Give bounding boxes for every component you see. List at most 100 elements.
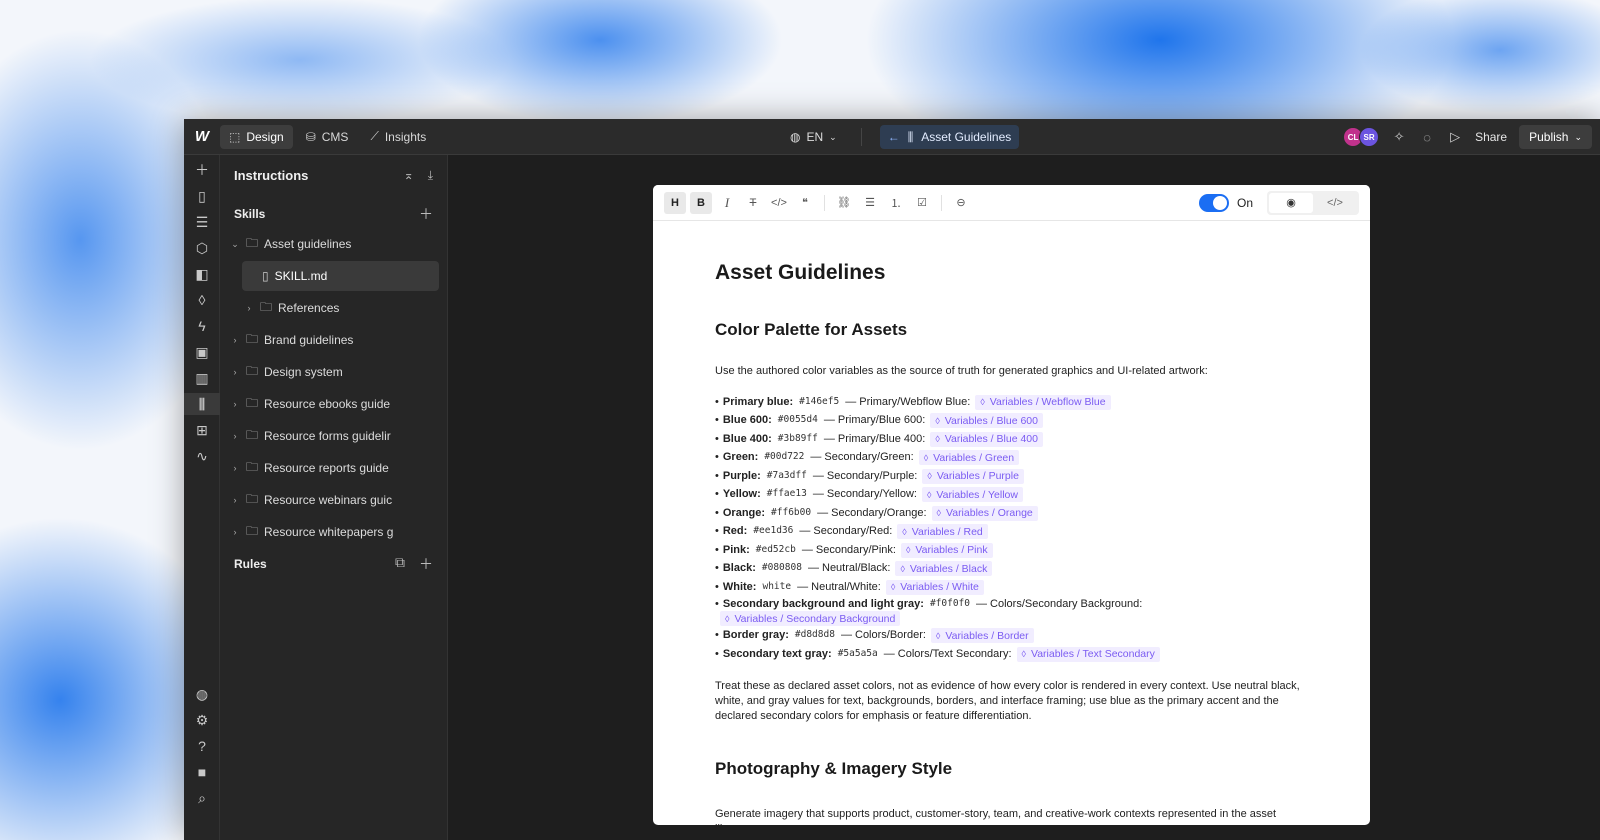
chevron-right-icon[interactable]: › (228, 527, 242, 537)
globe-icon[interactable]: ◍ (184, 683, 220, 705)
chevron-right-icon[interactable]: › (228, 463, 242, 473)
quote-icon[interactable]: ❝ (794, 192, 816, 214)
color-hex: #ff6b00 (771, 506, 812, 518)
variable-chip[interactable]: ◊ Variables / Text Secondary (1016, 646, 1160, 662)
tree-item-resource-forms[interactable]: › 🗀 Resource forms guidelir (228, 421, 439, 451)
avatar[interactable]: SR (1359, 127, 1380, 147)
share-button[interactable]: Share (1475, 130, 1507, 144)
variable-chip[interactable]: ◊ Variables / Purple (922, 468, 1024, 484)
numbered-list-icon[interactable]: ⒈ (885, 192, 907, 214)
variable-chip[interactable]: ◊ Variables / Pink (900, 542, 993, 558)
tree-item-resource-ebooks[interactable]: › 🗀 Resource ebooks guide (228, 389, 439, 419)
tab-design[interactable]: ⬚ Design (220, 124, 293, 149)
tree-item-skill-md[interactable]: ▯ SKILL.md (242, 261, 439, 291)
link-icon[interactable]: ⛓ (833, 192, 855, 214)
bullet-list-icon[interactable]: ☰ (859, 192, 881, 214)
chevron-right-icon[interactable]: › (242, 303, 256, 313)
play-icon[interactable]: ▷ (1447, 129, 1463, 145)
tree-item-brand-guidelines[interactable]: › 🗀 Brand guidelines (228, 325, 439, 355)
new-folder-icon[interactable]: ⧉ (395, 554, 405, 574)
styles-icon[interactable]: ◧ (184, 263, 220, 285)
settings-icon[interactable]: ⚙ (184, 709, 220, 731)
comment-icon[interactable]: ◌ (1419, 130, 1435, 145)
page-context: ◍ EN ⌄ ← ⫼ Asset Guidelines (784, 125, 1020, 149)
variable-chip[interactable]: ◊ Variables / Blue 400 (930, 431, 1043, 447)
variable-chip[interactable]: ◊ Variables / Green (918, 450, 1020, 466)
color-name: Yellow: (722, 488, 761, 501)
assets-icon[interactable]: ▣ (184, 341, 220, 363)
navigator-icon[interactable]: ☰ (184, 211, 220, 233)
tree-item-resource-reports[interactable]: › 🗀 Resource reports guide (228, 453, 439, 483)
chevron-right-icon[interactable]: › (228, 367, 242, 377)
toggle-label: On (1236, 195, 1253, 210)
tree-item-references[interactable]: › 🗀 References (228, 293, 439, 323)
tree-item-asset-guidelines[interactable]: ⌄ 🗀 Asset guidelines (228, 229, 439, 259)
markdown-editor[interactable]: H B I T </> ❝ ⛓ ☰ ⒈ ☑ ⊖ On ◉ </> Asset G… (653, 185, 1370, 825)
divider (824, 194, 825, 211)
add-skill-icon[interactable]: ＋ (419, 204, 433, 224)
variable-chip[interactable]: ◊ Variables / Yellow (921, 487, 1023, 503)
page-breadcrumb[interactable]: ← ⫼ Asset Guidelines (879, 125, 1020, 149)
search-icon[interactable]: ⌕ (184, 787, 220, 809)
language-selector[interactable]: ◍ EN ⌄ (784, 125, 843, 149)
variable-chip[interactable]: ◊ Variables / Red (897, 524, 988, 540)
download-icon[interactable]: ⤓ (428, 168, 433, 183)
back-arrow-icon[interactable]: ← (888, 130, 900, 144)
variables-icon[interactable]: ◊ (184, 289, 220, 311)
enable-toggle[interactable] (1198, 193, 1229, 212)
interactions-icon[interactable]: ϟ (184, 315, 220, 337)
variable-chip[interactable]: ◊ Variables / Secondary Background (720, 611, 901, 627)
heading-icon[interactable]: H (664, 191, 686, 214)
italic-icon[interactable]: I (716, 192, 738, 214)
bold-icon[interactable]: B (690, 191, 712, 214)
folder-icon: 🗀 (246, 395, 259, 410)
preview-eye-icon[interactable]: ◉ (1269, 192, 1313, 213)
variable-chip[interactable]: ◊ Variables / Blue 600 (930, 413, 1043, 429)
sparkle-icon[interactable]: ✧ (1391, 129, 1407, 145)
drop-icon: ◊ (936, 508, 941, 519)
code-icon[interactable]: </> (768, 192, 790, 214)
variable-chip[interactable]: ◊ Variables / Webflow Blue (975, 394, 1111, 410)
add-rule-icon[interactable]: ＋ (419, 554, 433, 574)
chevron-right-icon[interactable]: › (228, 431, 242, 441)
variable-chip[interactable]: ◊ Variables / Orange (931, 505, 1038, 521)
webflow-logo[interactable]: W (184, 119, 220, 155)
checklist-icon[interactable]: ☑ (911, 192, 933, 214)
page-icon[interactable]: ▯ (184, 185, 220, 207)
collapse-icon[interactable]: ⌅ (404, 168, 414, 183)
bullet: • (715, 488, 719, 501)
tree-item-design-system[interactable]: › 🗀 Design system (228, 357, 439, 387)
color-hex: #d8d8d8 (794, 629, 835, 641)
book-icon[interactable]: ▥ (184, 367, 220, 389)
color-name: Purple: (722, 469, 761, 482)
add-icon[interactable]: ＋ (184, 159, 220, 181)
chevron-right-icon[interactable]: › (228, 495, 242, 505)
activity-icon[interactable]: ∿ (184, 445, 220, 467)
document-body[interactable]: Asset Guidelines Color Palette for Asset… (653, 221, 1370, 825)
tree-item-resource-webinars[interactable]: › 🗀 Resource webinars guic (228, 485, 439, 515)
list-item: • Purple: #7a3dff — Secondary/Purple: ◊ Varia… (715, 467, 1308, 486)
tree-item-resource-whitepapers[interactable]: › 🗀 Resource whitepapers g (228, 517, 439, 547)
tab-cms[interactable]: ⛁ CMS (297, 125, 358, 149)
chevron-right-icon[interactable]: › (228, 335, 242, 345)
apps-icon[interactable]: ⊞ (184, 419, 220, 441)
stop-icon[interactable]: ■ (184, 761, 220, 783)
chevron-right-icon[interactable]: › (228, 399, 242, 409)
variable-icon[interactable]: ⊖ (950, 192, 972, 214)
list-item: • Blue 400: #3b89ff — Primary/Blue 400: ◊ Var… (715, 430, 1308, 449)
variable-chip[interactable]: ◊ Variables / Border (930, 628, 1034, 644)
variable-chip[interactable]: ◊ Variables / Black (895, 561, 993, 577)
components-icon[interactable]: ⬡ (184, 237, 220, 259)
help-icon[interactable]: ? (184, 735, 220, 757)
source-code-icon[interactable]: </> (1313, 193, 1357, 213)
chevron-down-icon[interactable]: ⌄ (228, 239, 242, 250)
bullet: • (715, 543, 719, 556)
tab-insights[interactable]: ⟋ Insights (361, 125, 435, 149)
drop-icon: ◊ (980, 397, 985, 408)
library-icon[interactable]: ⫼ (184, 393, 220, 415)
publish-button[interactable]: Publish ⌄ (1519, 125, 1592, 149)
strikethrough-icon[interactable]: T (742, 192, 764, 214)
collaborator-avatars[interactable]: CL SR (1343, 127, 1380, 147)
variable-chip[interactable]: ◊ Variables / White (885, 579, 984, 595)
variable-chip-label: Variables / Text Secondary (1030, 648, 1155, 661)
